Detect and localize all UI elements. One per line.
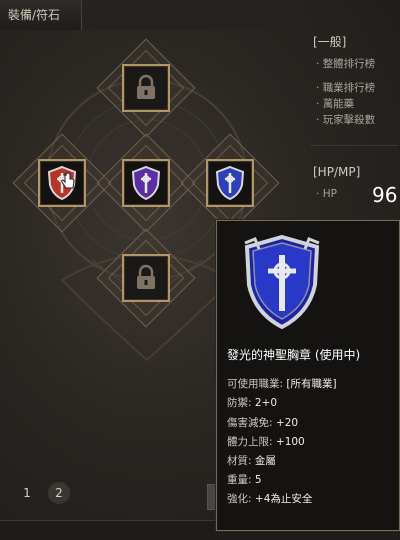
top-locked-slot[interactable] <box>122 64 170 112</box>
item-tooltip: 發光的神聖胸章 (使用中) 可使用職業: [所有職業] 防禦: 2+0 傷害減免… <box>216 220 400 531</box>
lock-icon <box>137 74 155 99</box>
blue-shield-icon <box>215 165 245 201</box>
stat-enchant: 強化: +4為止安全 <box>227 493 313 505</box>
hp-label: · HP <box>316 188 337 200</box>
overall-ranking-link[interactable]: · 整體排行榜 <box>316 56 375 71</box>
page-2-button[interactable]: 2 <box>48 482 70 504</box>
right-blue-shield-slot[interactable] <box>206 159 254 207</box>
lock-icon <box>137 264 155 289</box>
item-name: 發光的神聖胸章 (使用中) <box>227 348 361 362</box>
hp-value: 96 <box>372 183 398 207</box>
bottom-locked-slot[interactable] <box>122 254 170 302</box>
hpmp-section-title: [HP/MP] <box>313 165 361 179</box>
purple-shield-icon <box>131 165 161 201</box>
panel-title-tab[interactable]: 裝備/符石 <box>0 0 82 30</box>
hand-cursor-icon <box>61 172 75 189</box>
tab-strip <box>82 0 307 30</box>
equipment-panel: 裝備/符石 [一般] · 整體排行榜 · 職業排行榜 · 萬能藥 · 玩家擊殺數… <box>0 0 400 540</box>
general-section-title: [一般] <box>313 35 347 49</box>
stat-defense: 防禦: 2+0 <box>227 397 278 409</box>
player-kills-link[interactable]: · 玩家擊殺數 <box>316 112 375 127</box>
holy-badge-icon <box>244 234 320 330</box>
stat-usable-class: 可使用職業: [所有職業] <box>227 378 337 390</box>
elixir-link[interactable]: · 萬能藥 <box>316 96 354 111</box>
stat-max-hp: 體力上限: +100 <box>227 436 305 448</box>
stat-weight: 重量: 5 <box>227 474 262 486</box>
stat-damage-reduction: 傷害減免: +20 <box>227 417 299 429</box>
page-1-button[interactable]: 1 <box>16 482 38 504</box>
stat-material: 材質: 金屬 <box>227 455 276 467</box>
side-divider <box>310 145 398 146</box>
center-purple-shield-slot[interactable] <box>122 159 170 207</box>
class-ranking-link[interactable]: · 職業排行榜 <box>316 80 375 95</box>
